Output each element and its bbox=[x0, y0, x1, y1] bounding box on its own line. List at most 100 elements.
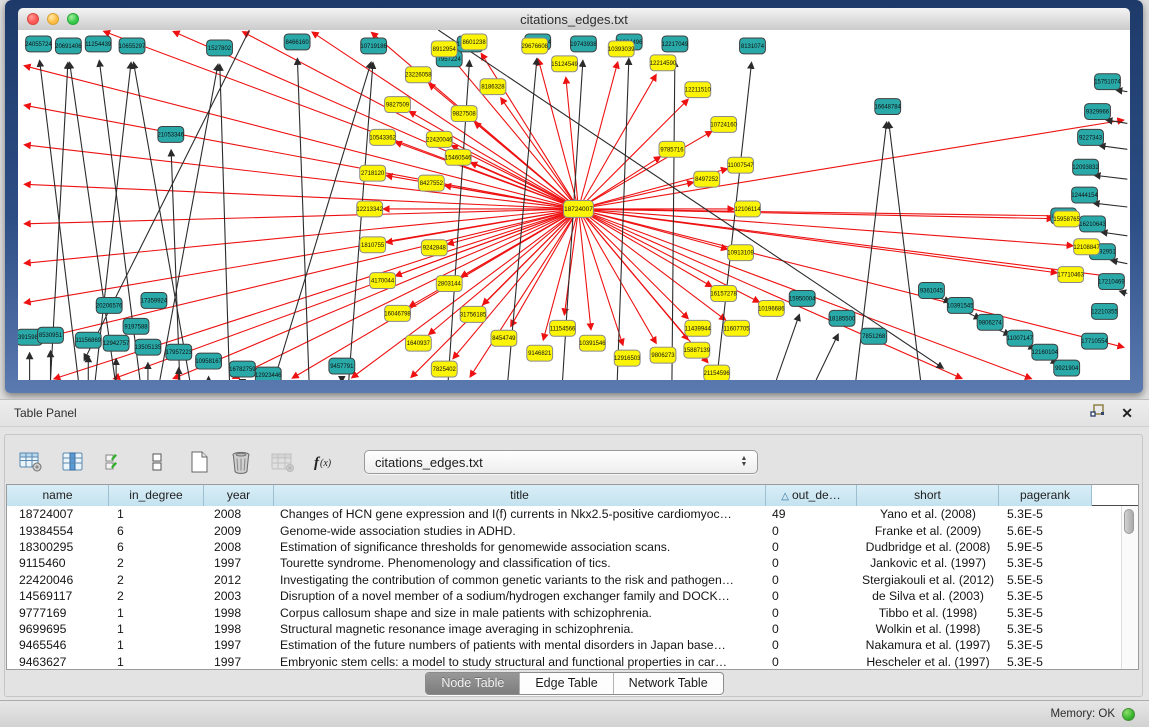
cell-pagerank[interactable]: 5.3E-5 bbox=[999, 655, 1092, 669]
cell-in_degree[interactable]: 1 bbox=[109, 622, 204, 636]
new-column-icon[interactable] bbox=[186, 450, 212, 474]
graph-node-8131074[interactable]: 8131074 bbox=[740, 38, 766, 54]
graph-node-4170044[interactable]: 4170044 bbox=[370, 273, 396, 289]
graph-node-12213342[interactable]: 12213342 bbox=[356, 201, 383, 217]
cell-title[interactable]: Investigating the contribution of common… bbox=[274, 573, 766, 587]
cell-pagerank[interactable]: 5.3E-5 bbox=[999, 507, 1092, 521]
table-vertical-scrollbar[interactable] bbox=[1121, 506, 1138, 669]
graph-node-11607705[interactable]: 11607705 bbox=[724, 320, 751, 336]
graph-node-10196686[interactable]: 10196686 bbox=[758, 300, 785, 316]
graph-node-10913109[interactable]: 10913109 bbox=[727, 245, 754, 261]
graph-node-11439944[interactable]: 11439944 bbox=[685, 320, 712, 336]
graph-node-19743938[interactable]: 19743938 bbox=[570, 36, 597, 52]
graph-node-24055724[interactable]: 24055724 bbox=[25, 36, 52, 52]
graph-edge[interactable] bbox=[1101, 232, 1127, 236]
graph-node-12942757[interactable]: 12942757 bbox=[103, 335, 130, 351]
table-row[interactable]: 977716911998Corpus callosum shape and si… bbox=[7, 604, 1122, 620]
cell-out_degree[interactable]: 0 bbox=[766, 589, 857, 603]
cell-in_degree[interactable]: 2 bbox=[109, 573, 204, 587]
cell-out_degree[interactable]: 0 bbox=[766, 606, 857, 620]
graph-node-9827508[interactable]: 9827508 bbox=[451, 106, 477, 122]
graph-edge[interactable] bbox=[578, 120, 1123, 209]
cell-pagerank[interactable]: 5.3E-5 bbox=[999, 589, 1092, 603]
graph-node-17359924[interactable]: 17359924 bbox=[141, 293, 168, 309]
graph-edge[interactable] bbox=[25, 209, 579, 224]
graph-node-10543362[interactable]: 10543362 bbox=[369, 129, 396, 145]
graph-node-15950004[interactable]: 15950004 bbox=[789, 291, 816, 307]
network-canvas[interactable]: 2405572420691406112544391065529715278028… bbox=[18, 30, 1130, 380]
cell-name[interactable]: 9699695 bbox=[7, 622, 109, 636]
cell-short[interactable]: Tibbo et al. (1998) bbox=[857, 606, 999, 620]
cell-pagerank[interactable]: 5.5E-5 bbox=[999, 573, 1092, 587]
scrollbar-thumb[interactable] bbox=[1124, 509, 1134, 534]
cell-title[interactable]: Estimation of significance thresholds fo… bbox=[274, 540, 766, 554]
graph-edge[interactable] bbox=[25, 209, 579, 342]
column-header-pagerank[interactable]: pagerank bbox=[999, 485, 1092, 506]
delete-column-icon[interactable] bbox=[228, 450, 254, 474]
cell-title[interactable]: Changes of HCN gene expression and I(f) … bbox=[274, 507, 766, 521]
graph-node-12923446[interactable]: 12923446 bbox=[255, 367, 282, 380]
cell-name[interactable]: 18300295 bbox=[7, 540, 109, 554]
graph-edge[interactable] bbox=[776, 315, 799, 380]
cell-title[interactable]: Estimation of the future numbers of pati… bbox=[274, 638, 766, 652]
cell-year[interactable]: 1997 bbox=[204, 638, 274, 652]
cell-out_degree[interactable]: 49 bbox=[766, 507, 857, 521]
graph-node-23226058[interactable]: 23226058 bbox=[405, 67, 432, 83]
graph-node-21053346[interactable]: 21053346 bbox=[158, 126, 185, 142]
graph-edge[interactable] bbox=[274, 62, 371, 380]
column-header-short[interactable]: short bbox=[857, 485, 999, 506]
graph-node-8912954[interactable]: 8912954 bbox=[431, 41, 457, 57]
graph-edge[interactable] bbox=[564, 209, 578, 315]
graph-node-20691406[interactable]: 20691406 bbox=[55, 38, 82, 54]
memory-status-icon[interactable] bbox=[1122, 708, 1135, 721]
table-row[interactable]: 946362711997Embryonic stem cells: a mode… bbox=[7, 654, 1122, 669]
graph-node-10958167[interactable]: 10958167 bbox=[195, 353, 222, 369]
graph-node-12217049[interactable]: 12217049 bbox=[662, 36, 689, 52]
graph-node-10391546[interactable]: 10391546 bbox=[579, 335, 606, 351]
graph-node-16046798[interactable]: 16046798 bbox=[384, 305, 411, 321]
cell-in_degree[interactable]: 1 bbox=[109, 655, 204, 669]
table-row[interactable]: 946554611997Estimation of the future num… bbox=[7, 637, 1122, 653]
cell-year[interactable]: 1998 bbox=[204, 622, 274, 636]
cell-pagerank[interactable]: 5.3E-5 bbox=[999, 638, 1092, 652]
cell-pagerank[interactable]: 5.3E-5 bbox=[999, 556, 1092, 570]
graph-node-2718120[interactable]: 2718120 bbox=[360, 165, 386, 181]
graph-node-9242848[interactable]: 9242848 bbox=[421, 240, 447, 256]
graph-node-15887139[interactable]: 15887139 bbox=[684, 342, 711, 358]
graph-edge[interactable] bbox=[243, 32, 579, 209]
tab-network-table[interactable]: Network Table bbox=[613, 673, 723, 694]
column-header-name[interactable]: name bbox=[7, 485, 109, 506]
graph-node-7825402[interactable]: 7825402 bbox=[431, 361, 457, 377]
cell-year[interactable]: 2012 bbox=[204, 573, 274, 587]
cell-short[interactable]: Jankovic et al. (1997) bbox=[857, 556, 999, 570]
cell-out_degree[interactable]: 0 bbox=[766, 524, 857, 538]
graph-edge[interactable] bbox=[173, 209, 578, 378]
network-graph-area[interactable]: 2405572420691406112544391065529715278028… bbox=[18, 30, 1130, 380]
table-row[interactable]: 911546021997Tourette syndrome. Phenomeno… bbox=[7, 555, 1122, 571]
graph-node-10393039[interactable]: 10393039 bbox=[608, 41, 635, 57]
float-panel-icon[interactable] bbox=[1090, 404, 1105, 423]
cell-year[interactable]: 2008 bbox=[204, 540, 274, 554]
column-header-in_degree[interactable]: in_degree bbox=[109, 485, 204, 506]
graph-node-12160104[interactable]: 12160104 bbox=[1032, 344, 1059, 360]
column-checklist-icon[interactable] bbox=[102, 450, 128, 474]
graph-edge[interactable] bbox=[1116, 90, 1127, 92]
cell-out_degree[interactable]: 0 bbox=[766, 540, 857, 554]
graph-node-12106114[interactable]: 12106114 bbox=[734, 201, 761, 217]
graph-node-11154566[interactable]: 11154566 bbox=[550, 320, 576, 336]
graph-node-12093832[interactable]: 12093832 bbox=[1072, 159, 1099, 175]
cell-in_degree[interactable]: 6 bbox=[109, 540, 204, 554]
cell-short[interactable]: Hescheler et al. (1997) bbox=[857, 655, 999, 669]
graph-edge[interactable] bbox=[578, 182, 693, 209]
graph-edge[interactable] bbox=[25, 105, 579, 209]
graph-node-7851268[interactable]: 7851268 bbox=[861, 328, 887, 344]
graph-edge[interactable] bbox=[1094, 175, 1127, 179]
graph-node-16210643[interactable]: 16210643 bbox=[1079, 216, 1106, 232]
graph-node-12108847[interactable]: 12108847 bbox=[1073, 239, 1100, 255]
graph-node-8601238[interactable]: 8601238 bbox=[461, 34, 487, 50]
cell-short[interactable]: de Silva et al. (2003) bbox=[857, 589, 999, 603]
graph-edge[interactable] bbox=[104, 31, 579, 209]
graph-node-20206576[interactable]: 20206576 bbox=[96, 297, 123, 313]
cell-year[interactable]: 1998 bbox=[204, 606, 274, 620]
table-options-icon[interactable] bbox=[18, 450, 44, 474]
